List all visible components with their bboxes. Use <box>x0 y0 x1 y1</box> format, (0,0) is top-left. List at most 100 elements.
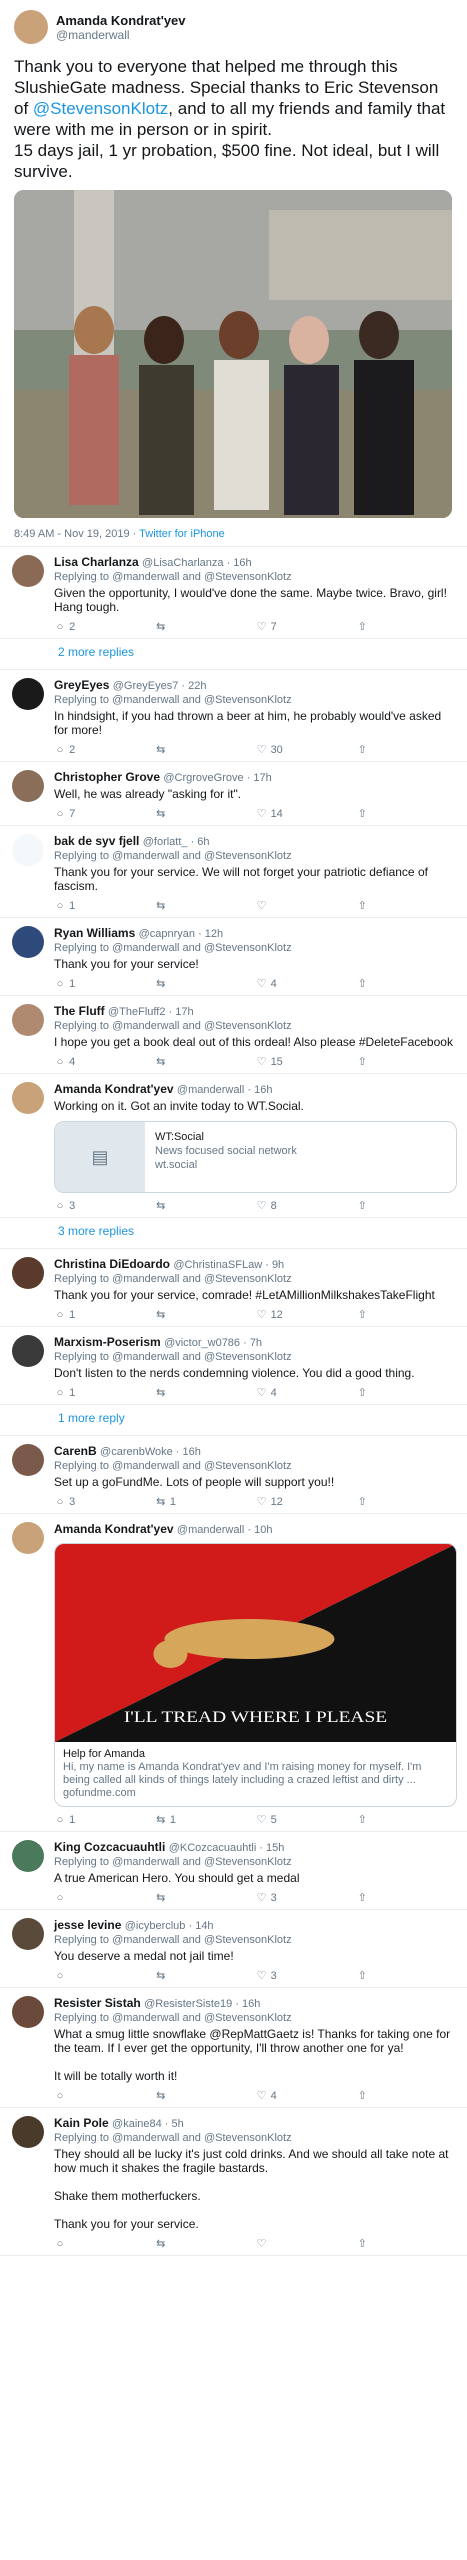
reply-handle[interactable]: @capnryan · 12h <box>139 928 224 940</box>
reply-tweet[interactable]: Lisa Charlanza @LisaCharlanza · 16h Reply… <box>0 547 467 639</box>
reply-tweet[interactable]: Christopher Grove @CrgroveGrove · 17h Wel… <box>0 762 467 826</box>
reply-tweet[interactable]: Resister Sistah @ResisterSiste19 · 16h Re… <box>0 1988 467 2108</box>
reply-tweet[interactable]: Amanda Kondrat'yev @manderwall · 16h Work… <box>0 1074 467 1218</box>
reply-handle[interactable]: @KCozcacuauhtli · 15h <box>169 1842 285 1854</box>
reply-author-name[interactable]: Amanda Kondrat'yev <box>54 1082 174 1096</box>
replying-to[interactable]: Replying to @manderwall and @StevensonKl… <box>54 1272 457 1286</box>
retweet-action[interactable]: ⇆ 1 <box>155 1813 256 1827</box>
avatar[interactable] <box>12 1918 44 1950</box>
author-handle[interactable]: @manderwall <box>56 28 186 42</box>
avatar[interactable] <box>12 1444 44 1476</box>
reply-action[interactable]: ○ <box>54 2089 155 2103</box>
reply-author-name[interactable]: jesse levine <box>54 1918 121 1932</box>
share-action[interactable]: ⇧ <box>356 1308 457 1322</box>
fundraiser-card[interactable]: I'LL TREAD WHERE I PLEASE Help for Amanda… <box>54 1543 457 1807</box>
replying-to[interactable]: Replying to @manderwall and @StevensonKl… <box>54 849 457 863</box>
retweet-action[interactable]: ⇆ <box>155 1969 256 1983</box>
tweet-client[interactable]: Twitter for iPhone <box>139 528 225 540</box>
reply-action[interactable]: ○ <box>54 2237 155 2251</box>
replying-to[interactable]: Replying to @manderwall and @StevensonKl… <box>54 1019 457 1033</box>
reply-action[interactable]: ○ 4 <box>54 1055 155 1069</box>
reply-author-name[interactable]: Christina DiEdoardo <box>54 1257 170 1271</box>
reply-author-name[interactable]: Kain Pole <box>54 2116 109 2130</box>
reply-handle[interactable]: @ResisterSiste19 · 16h <box>144 1998 260 2010</box>
retweet-action[interactable]: ⇆ <box>155 1055 256 1069</box>
share-action[interactable]: ⇧ <box>356 1969 457 1983</box>
like-action[interactable]: ♡ 12 <box>256 1308 357 1322</box>
reply-tweet[interactable]: jesse levine @icyberclub · 14h Replying t… <box>0 1910 467 1988</box>
reply-handle[interactable]: @manderwall · 16h <box>177 1084 273 1096</box>
avatar[interactable] <box>12 1335 44 1367</box>
reply-handle[interactable]: @kaine84 · 5h <box>112 2118 184 2130</box>
like-action[interactable]: ♡ <box>256 899 357 913</box>
retweet-action[interactable]: ⇆ <box>155 1199 256 1213</box>
like-action[interactable]: ♡ <box>256 2237 357 2251</box>
like-action[interactable]: ♡ 12 <box>256 1495 357 1509</box>
like-action[interactable]: ♡ 4 <box>256 977 357 991</box>
share-action[interactable]: ⇧ <box>356 977 457 991</box>
share-action[interactable]: ⇧ <box>356 807 457 821</box>
like-action[interactable]: ♡ 7 <box>256 620 357 634</box>
replying-to[interactable]: Replying to @manderwall and @StevensonKl… <box>54 941 457 955</box>
reply-author-name[interactable]: Amanda Kondrat'yev <box>54 1522 174 1536</box>
replying-to[interactable]: Replying to @manderwall and @StevensonKl… <box>54 693 457 707</box>
retweet-action[interactable]: ⇆ <box>155 977 256 991</box>
reply-tweet[interactable]: Kain Pole @kaine84 · 5h Replying to @mand… <box>0 2108 467 2256</box>
replying-to[interactable]: Replying to @manderwall and @StevensonKl… <box>54 1933 457 1947</box>
reply-author-name[interactable]: CarenB <box>54 1444 97 1458</box>
reply-action[interactable]: ○ 1 <box>54 1813 155 1827</box>
share-action[interactable]: ⇧ <box>356 1386 457 1400</box>
reply-author-name[interactable]: Marxism-Poserism <box>54 1335 161 1349</box>
reply-action[interactable]: ○ 1 <box>54 1308 155 1322</box>
like-action[interactable]: ♡ 8 <box>256 1199 357 1213</box>
reply-handle[interactable]: @icyberclub · 14h <box>125 1920 214 1932</box>
share-action[interactable]: ⇧ <box>356 1495 457 1509</box>
like-action[interactable]: ♡ 15 <box>256 1055 357 1069</box>
like-action[interactable]: ♡ 3 <box>256 1969 357 1983</box>
like-action[interactable]: ♡ 3 <box>256 1891 357 1905</box>
share-action[interactable]: ⇧ <box>356 1055 457 1069</box>
more-replies-link[interactable]: 2 more replies <box>0 639 467 670</box>
reply-tweet[interactable]: GreyEyes @GreyEyes7 · 22h Replying to @ma… <box>0 670 467 762</box>
link-card[interactable]: ▤ WT:Social News focused social network wt.… <box>54 1121 457 1193</box>
avatar[interactable] <box>12 555 44 587</box>
replying-to[interactable]: Replying to @manderwall and @StevensonKl… <box>54 570 457 584</box>
reply-handle[interactable]: @TheFluff2 · 17h <box>108 1006 194 1018</box>
avatar[interactable] <box>12 1082 44 1114</box>
reply-tweet[interactable]: CarenB @carenbWoke · 16h Replying to @man… <box>0 1436 467 1514</box>
reply-tweet[interactable]: Ryan Williams @capnryan · 12h Replying to… <box>0 918 467 996</box>
reply-author-name[interactable]: GreyEyes <box>54 678 109 692</box>
reply-tweet[interactable]: Christina DiEdoardo @ChristinaSFLaw · 9h… <box>0 1249 467 1327</box>
reply-action[interactable]: ○ 3 <box>54 1199 155 1213</box>
reply-action[interactable]: ○ <box>54 1891 155 1905</box>
share-action[interactable]: ⇧ <box>356 2089 457 2103</box>
reply-author-name[interactable]: Ryan Williams <box>54 926 135 940</box>
share-action[interactable]: ⇧ <box>356 899 457 913</box>
tweet-timestamp[interactable]: 8:49 AM - Nov 19, 2019 · <box>14 528 139 540</box>
avatar[interactable] <box>12 1522 44 1554</box>
reply-tweet[interactable]: Marxism-Poserism @victor_w0786 · 7h Reply… <box>0 1327 467 1405</box>
replying-to[interactable]: Replying to @manderwall and @StevensonKl… <box>54 1459 457 1473</box>
reply-handle[interactable]: @manderwall · 10h <box>177 1524 273 1536</box>
avatar[interactable] <box>12 1004 44 1036</box>
reply-handle[interactable]: @forlatt_ · 6h <box>143 836 210 848</box>
avatar[interactable] <box>12 926 44 958</box>
like-action[interactable]: ♡ 4 <box>256 2089 357 2103</box>
replying-to[interactable]: Replying to @manderwall and @StevensonKl… <box>54 2131 457 2145</box>
retweet-action[interactable]: ⇆ <box>155 1891 256 1905</box>
avatar[interactable] <box>12 1257 44 1289</box>
reply-action[interactable]: ○ 1 <box>54 899 155 913</box>
reply-handle[interactable]: @ChristinaSFLaw · 9h <box>173 1259 284 1271</box>
author-name[interactable]: Amanda Kondrat'yev <box>56 13 186 28</box>
reply-handle[interactable]: @GreyEyes7 · 22h <box>113 680 207 692</box>
reply-handle[interactable]: @carenbWoke · 16h <box>100 1446 201 1458</box>
retweet-action[interactable]: ⇆ <box>155 899 256 913</box>
reply-tweet[interactable]: The Fluff @TheFluff2 · 17h Replying to @m… <box>0 996 467 1074</box>
like-action[interactable]: ♡ 14 <box>256 807 357 821</box>
replying-to[interactable]: Replying to @manderwall and @StevensonKl… <box>54 1855 457 1869</box>
avatar[interactable] <box>14 10 48 44</box>
retweet-action[interactable]: ⇆ <box>155 620 256 634</box>
more-replies-link[interactable]: 3 more replies <box>0 1218 467 1249</box>
reply-action[interactable]: ○ 2 <box>54 743 155 757</box>
retweet-action[interactable]: ⇆ <box>155 2237 256 2251</box>
